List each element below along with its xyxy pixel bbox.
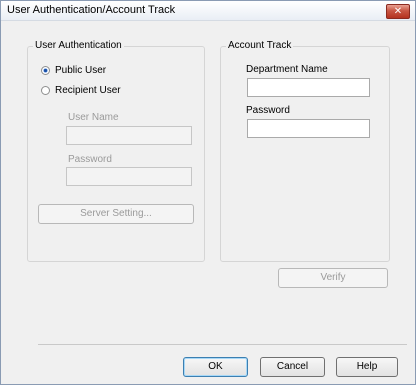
department-name-label: Department Name <box>246 64 328 75</box>
ok-button[interactable]: OK <box>183 357 248 377</box>
radio-unselected-icon <box>41 86 50 95</box>
account-password-label: Password <box>246 105 290 116</box>
close-button[interactable]: ✕ <box>386 4 410 19</box>
user-password-field[interactable] <box>66 167 192 186</box>
department-name-field[interactable] <box>247 78 370 97</box>
user-authentication-title: User Authentication <box>33 40 124 51</box>
user-authentication-group: User Authentication Public User Recipien… <box>27 40 205 262</box>
account-track-title: Account Track <box>226 40 294 51</box>
close-icon: ✕ <box>393 6 403 17</box>
user-name-field[interactable] <box>66 126 192 145</box>
public-user-label: Public User <box>55 65 107 76</box>
account-track-group: Account Track Department Name Password <box>220 40 390 262</box>
title-bar: User Authentication/Account Track ✕ <box>1 1 415 21</box>
dialog-window: User Authentication/Account Track ✕ User… <box>0 0 416 385</box>
cancel-button[interactable]: Cancel <box>260 357 325 377</box>
user-password-label: Password <box>68 154 112 165</box>
recipient-user-label: Recipient User <box>55 85 121 96</box>
account-password-field[interactable] <box>247 119 370 138</box>
verify-button[interactable]: Verify <box>278 268 388 288</box>
user-name-label: User Name <box>68 112 119 123</box>
help-button[interactable]: Help <box>336 357 398 377</box>
server-setting-button[interactable]: Server Setting... <box>38 204 194 224</box>
footer-separator <box>38 344 407 345</box>
dialog-title: User Authentication/Account Track <box>7 4 176 16</box>
public-user-radio[interactable]: Public User <box>41 65 106 76</box>
recipient-user-radio[interactable]: Recipient User <box>41 85 121 96</box>
radio-selected-icon <box>41 66 50 75</box>
